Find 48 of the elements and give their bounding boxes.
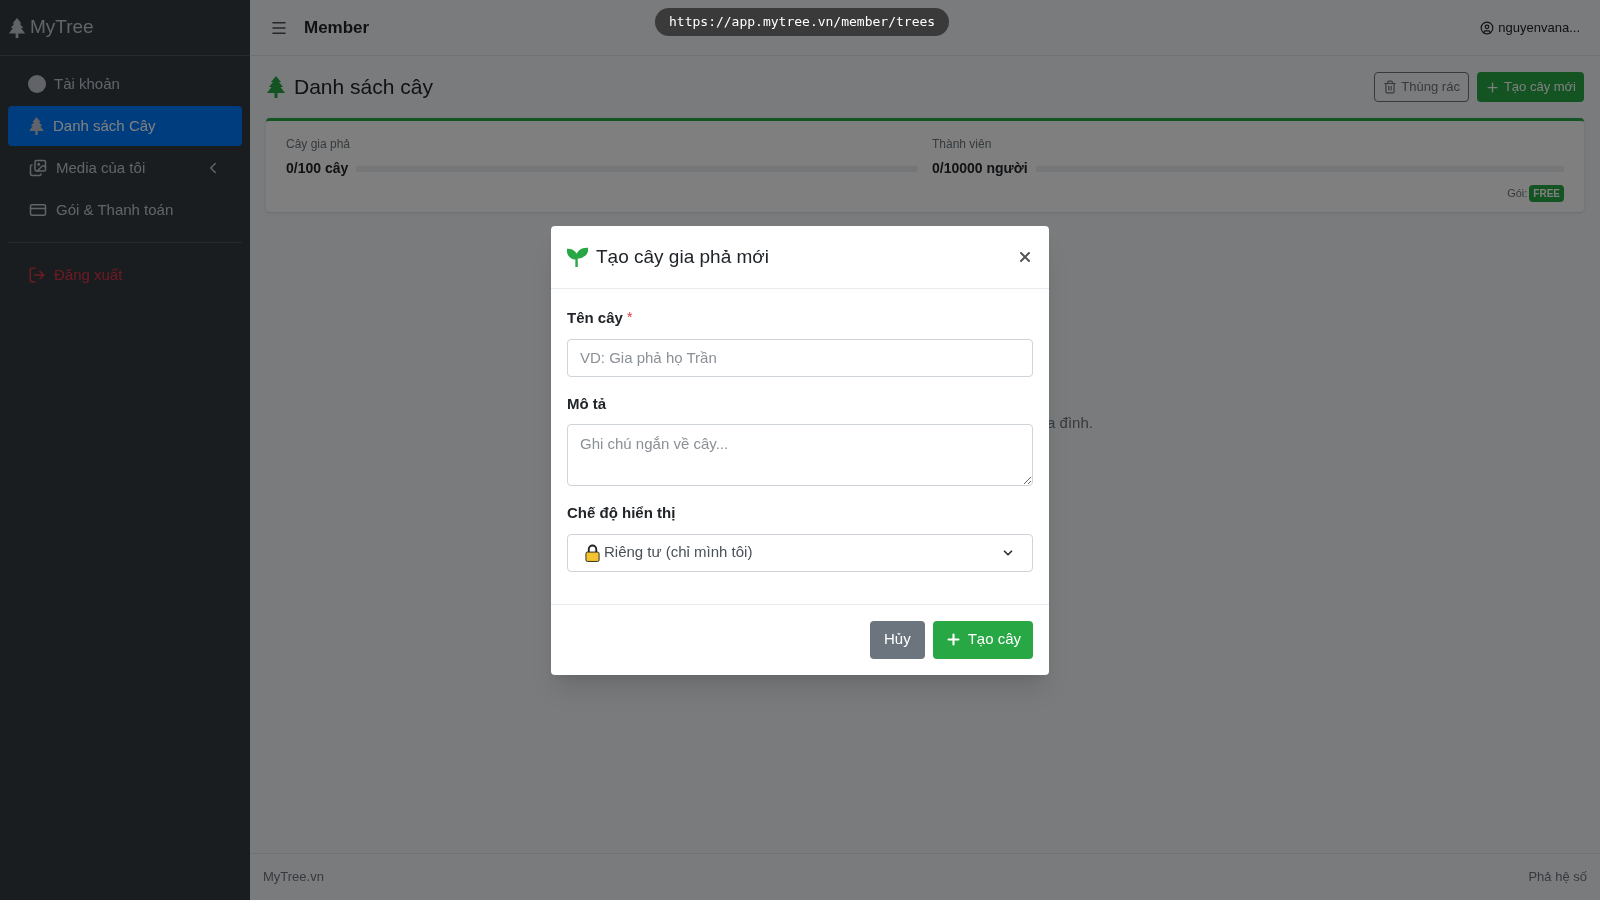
user-icon [1480, 20, 1495, 35]
logout-icon [28, 266, 46, 284]
sprout-icon [567, 246, 588, 268]
submit-button[interactable]: Tạo cây [932, 620, 1033, 659]
quota-label: Cây gia phả [286, 136, 352, 153]
brand-name: MyTree [30, 15, 94, 40]
sidebar-label: Media của tôi [56, 157, 147, 178]
sidebar-item[interactable]: Tài khoản [8, 64, 242, 104]
required-mark: * [626, 308, 633, 327]
images-icon [28, 159, 48, 177]
sidebar-item[interactable]: Media của tôi [8, 148, 242, 188]
sidebar-label: Tài khoản [54, 73, 121, 94]
cancel-button[interactable]: Hủy [869, 620, 925, 659]
sidebar-item[interactable]: Gói & Thanh toán [8, 190, 242, 230]
footer-tagline: Phả hệ số [1528, 868, 1587, 887]
user-menu[interactable]: nguyenvana... [1480, 17, 1580, 38]
plan-badge: FREE [1529, 185, 1564, 202]
tree-icon [28, 117, 45, 135]
footer-brand: MyTree.vn [263, 868, 324, 887]
field-label: Tên cây [567, 308, 623, 328]
field-label: Chế độ hiển thị [567, 503, 676, 523]
plus-icon [1484, 79, 1500, 95]
modal-title: Tạo cây gia phả mới [596, 244, 769, 269]
sidebar-label: Gói & Thanh toán [56, 199, 175, 220]
trash-button[interactable]: Thùng rác [1374, 72, 1469, 102]
sidebar-item[interactable]: Danh sách Cây [8, 106, 242, 146]
trash-icon [1383, 80, 1398, 94]
plan-label: Gói: [1507, 186, 1528, 202]
page-title: Danh sách cây [294, 74, 433, 101]
input-field[interactable]: VD: Gia phả họ Trần [567, 338, 1033, 377]
input-field[interactable]: Ghi chú ngắn về cây... [567, 424, 1033, 486]
quota-value: 0/10000 người [932, 159, 1028, 178]
plus-icon [944, 631, 962, 648]
logout-link[interactable]: Đăng xuất [8, 255, 242, 295]
user-icon [28, 75, 46, 93]
padlock-icon [585, 543, 600, 562]
sidebar-label: Danh sách Cây [53, 115, 157, 136]
tree-icon [266, 76, 286, 98]
select-field[interactable]: Riêng tư (chỉ mình tôi) [567, 533, 1033, 572]
tree-icon [8, 17, 26, 38]
quota-value: 0/100 cây [286, 159, 349, 178]
create-tree-button[interactable]: Tạo cây mới [1476, 72, 1584, 102]
quota-label: Thành viên [932, 136, 993, 153]
close-icon[interactable] [1017, 249, 1033, 265]
credit-card-icon [28, 201, 48, 219]
url-pill: https://app.mytree.vn/member/trees [655, 8, 950, 36]
header-title: Member [304, 16, 370, 39]
field-label: Mô tả [567, 393, 607, 414]
